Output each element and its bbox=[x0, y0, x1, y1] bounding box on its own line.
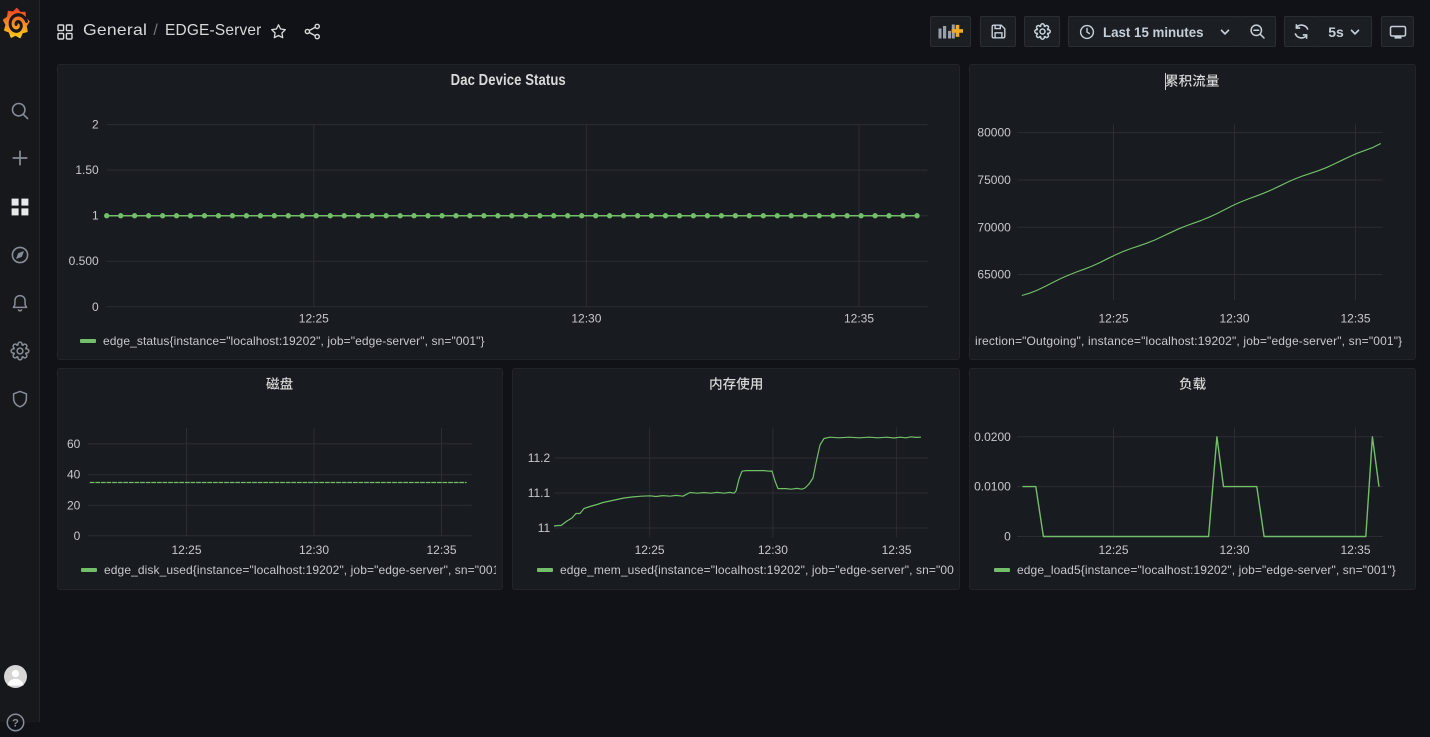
svg-text:12:30: 12:30 bbox=[571, 312, 601, 326]
svg-text:1: 1 bbox=[92, 209, 99, 223]
svg-text:12:25: 12:25 bbox=[1098, 543, 1128, 557]
svg-text:12:30: 12:30 bbox=[1219, 543, 1249, 557]
svg-text:80000: 80000 bbox=[977, 126, 1011, 140]
svg-text:12:30: 12:30 bbox=[1219, 312, 1249, 326]
svg-text:12:25: 12:25 bbox=[1098, 312, 1128, 326]
svg-text:60: 60 bbox=[67, 437, 81, 451]
svg-text:12:35: 12:35 bbox=[882, 543, 912, 557]
svg-text:65000: 65000 bbox=[977, 268, 1011, 282]
svg-text:12:25: 12:25 bbox=[635, 543, 665, 557]
svg-text:0.500: 0.500 bbox=[69, 254, 99, 268]
svg-text:0: 0 bbox=[1004, 530, 1011, 544]
svg-text:70000: 70000 bbox=[977, 220, 1011, 234]
svg-text:2: 2 bbox=[92, 118, 99, 132]
svg-text:12:30: 12:30 bbox=[299, 543, 329, 557]
svg-text:11.2: 11.2 bbox=[528, 451, 551, 465]
svg-text:12:25: 12:25 bbox=[171, 543, 201, 557]
svg-text:12:35: 12:35 bbox=[426, 543, 456, 557]
svg-text:11.1: 11.1 bbox=[528, 486, 551, 500]
svg-text:?: ? bbox=[12, 718, 19, 730]
svg-text:12:25: 12:25 bbox=[299, 312, 329, 326]
svg-text:12:35: 12:35 bbox=[844, 312, 874, 326]
svg-text:40: 40 bbox=[67, 468, 81, 482]
svg-text:1.50: 1.50 bbox=[75, 163, 99, 177]
svg-text:0: 0 bbox=[92, 300, 99, 314]
svg-text:11: 11 bbox=[538, 521, 551, 535]
svg-text:12:35: 12:35 bbox=[1340, 543, 1370, 557]
svg-text:75000: 75000 bbox=[977, 173, 1011, 187]
svg-text:0.0200: 0.0200 bbox=[974, 430, 1011, 444]
svg-text:12:35: 12:35 bbox=[1340, 312, 1370, 326]
svg-text:0.0100: 0.0100 bbox=[974, 480, 1011, 494]
svg-text:12:30: 12:30 bbox=[758, 543, 788, 557]
svg-text:20: 20 bbox=[67, 498, 81, 512]
svg-text:0: 0 bbox=[74, 529, 81, 543]
